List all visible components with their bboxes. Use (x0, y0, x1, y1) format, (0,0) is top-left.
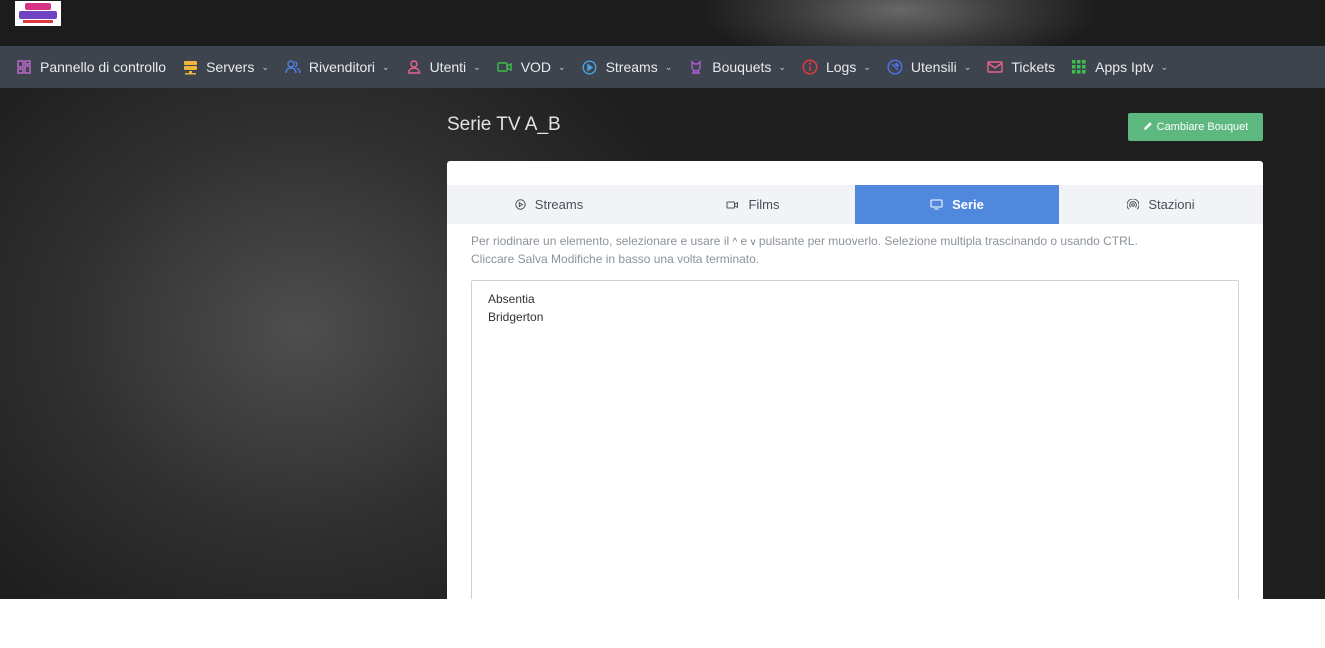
top-header (0, 0, 1325, 46)
users-icon (285, 59, 301, 75)
reorder-help-text: Per riodinare un elemento, selezionare e… (471, 233, 1241, 267)
nav-tools[interactable]: Utensili ⌄ (879, 46, 979, 88)
chevron-down-icon: ⌄ (778, 61, 786, 72)
help-text-conj: e (740, 234, 748, 248)
nav-label: Utenti (429, 59, 467, 75)
chevron-down-icon: ⌄ (382, 61, 390, 72)
nav-tickets[interactable]: Tickets (979, 46, 1063, 88)
nav-vod[interactable]: VOD ⌄ (489, 46, 574, 88)
nav-servers[interactable]: Servers ⌄ (174, 46, 277, 88)
chevron-down-icon: ⌄ (1160, 61, 1169, 72)
monitor-icon (930, 199, 943, 210)
nav-label: Servers (206, 59, 255, 75)
tab-streams[interactable]: Streams (447, 185, 651, 224)
radio-icon (1127, 198, 1140, 211)
logo[interactable] (15, 1, 61, 26)
nav-users[interactable]: Utenti ⌄ (398, 46, 489, 88)
grid-icon (1071, 59, 1087, 75)
nav-label: VOD (520, 59, 552, 75)
chevron-down-icon: ⌄ (963, 61, 972, 72)
nav-streams[interactable]: Streams ⌄ (574, 46, 681, 88)
series-listbox[interactable]: Absentia Bridgerton (471, 280, 1239, 599)
nav-label: Utensili (910, 59, 957, 75)
chevron-down-icon: ⌄ (863, 61, 871, 72)
dashboard-icon (16, 59, 32, 75)
play-icon (582, 59, 598, 75)
mail-icon (987, 59, 1004, 75)
video-camera-icon (726, 200, 739, 210)
chevron-down-icon: ⌄ (664, 61, 673, 72)
nav-label: Pannello di controllo (40, 59, 167, 75)
list-item[interactable]: Bridgerton (488, 308, 1222, 326)
tools-icon (887, 59, 903, 75)
user-icon (406, 59, 422, 75)
content-tabs: Streams Films Serie Stazioni (447, 185, 1263, 224)
nav-label: Apps Iptv (1095, 59, 1154, 75)
pencil-icon (1143, 121, 1153, 134)
nav-label: Streams (605, 59, 658, 75)
chevron-down-icon: v (750, 237, 756, 248)
tab-label: Films (748, 197, 780, 212)
tab-stazioni[interactable]: Stazioni (1059, 185, 1263, 224)
chevron-down-icon: ⌄ (473, 61, 481, 72)
nav-label: Bouquets (712, 59, 772, 75)
tab-label: Serie (952, 197, 984, 212)
chevron-down-icon: ⌄ (261, 61, 269, 72)
video-icon (497, 59, 513, 75)
help-text-part2: pulsante per muoverlo. Selezione multipl… (758, 234, 1138, 248)
nav-label: Tickets (1011, 59, 1056, 75)
nav-logs[interactable]: Logs ⌄ (794, 46, 879, 88)
page-title: Serie TV A_B (447, 114, 561, 135)
play-circle-icon (515, 199, 526, 210)
tab-label: Stazioni (1148, 197, 1195, 212)
nav-dashboard[interactable]: Pannello di controllo (8, 46, 174, 88)
info-icon (802, 59, 818, 75)
chevron-down-icon: ⌄ (558, 61, 566, 72)
nav-resellers[interactable]: Rivenditori ⌄ (277, 46, 398, 88)
help-text-part1: Per riodinare un elemento, selezionare e… (471, 234, 730, 248)
change-bouquet-button[interactable]: Cambiare Bouquet (1128, 113, 1263, 141)
nav-label: Rivenditori (308, 59, 376, 75)
bouquet-card: Streams Films Serie Stazioni Per riodina… (447, 161, 1263, 599)
help-text-line2: Cliccare Salva Modifiche in basso una vo… (471, 252, 760, 266)
tab-serie[interactable]: Serie (855, 185, 1059, 224)
change-bouquet-label: Cambiare Bouquet (1156, 121, 1249, 133)
nav-bouquets[interactable]: Bouquets ⌄ (680, 46, 794, 88)
server-icon (182, 59, 198, 75)
nav-label: Logs (825, 59, 857, 75)
nav-apps-iptv[interactable]: Apps Iptv ⌄ (1063, 46, 1176, 88)
chevron-up-icon: ^ (732, 237, 738, 248)
list-item[interactable]: Absentia (488, 290, 1222, 308)
tab-label: Streams (534, 197, 584, 212)
tab-films[interactable]: Films (651, 185, 855, 224)
bouquet-icon (688, 59, 704, 75)
main-navbar: Pannello di controllo Servers ⌄ Rivendit… (0, 46, 1325, 88)
